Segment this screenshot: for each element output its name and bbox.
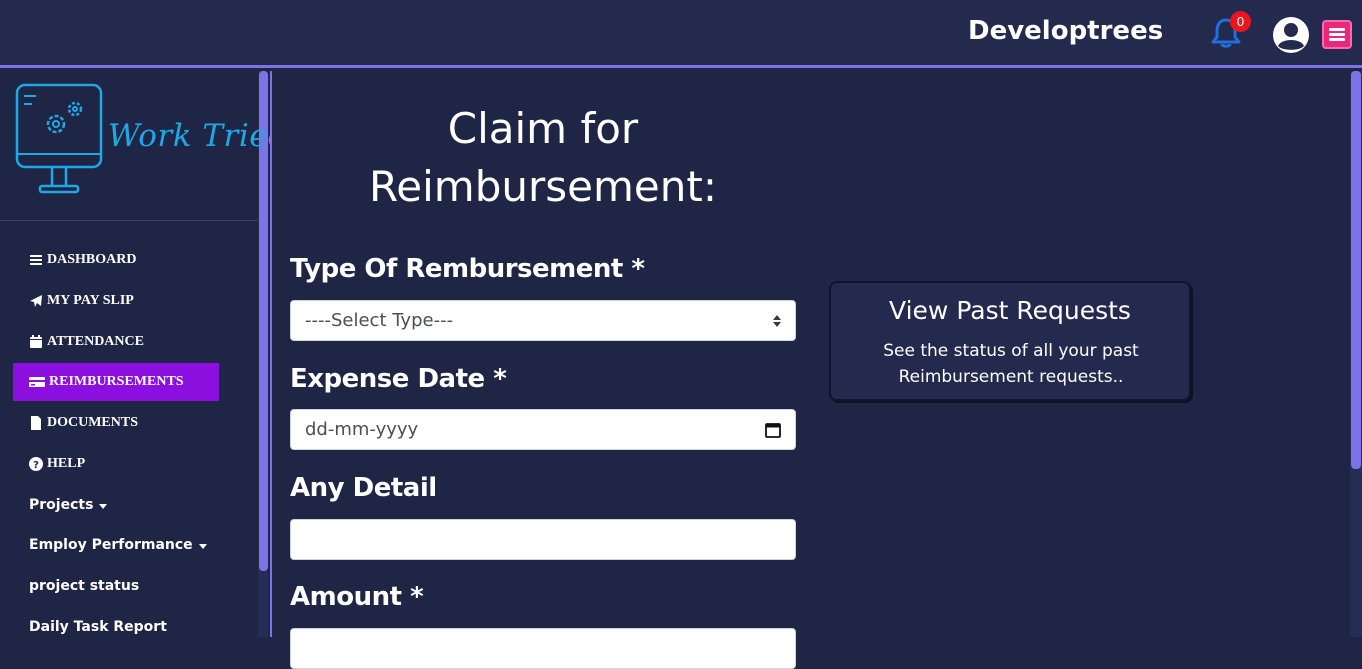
sidebar-item-label: DOCUMENTS — [47, 415, 139, 430]
sidebar-item-label: MY PAY SLIP — [47, 293, 134, 308]
main-scrollbar-thumb[interactable] — [1351, 71, 1361, 469]
brand-name[interactable]: Developtrees — [968, 16, 1163, 46]
sidebar-item-attendance[interactable]: ATTENDANCE — [29, 327, 144, 357]
sidebar-item-label: project status — [29, 578, 140, 594]
sidebar-item-dashboard[interactable]: DASHBOARD — [29, 245, 136, 275]
paper-plane-icon — [30, 295, 42, 307]
view-past-requests-card[interactable]: View Past Requests See the status of all… — [829, 281, 1191, 401]
sidebar-item-label: REIMBURSEMENTS — [49, 374, 184, 389]
question-circle-icon: ? — [29, 457, 43, 471]
sidebar-item-label: Projects — [29, 497, 94, 513]
sidebar-item-employ-performance[interactable]: Employ Performance — [29, 530, 207, 560]
expense-date-input[interactable]: dd-mm-yyyy — [290, 409, 796, 450]
user-circle-icon[interactable] — [1272, 16, 1310, 54]
detail-input[interactable] — [290, 519, 796, 560]
logo-text: Work Tried — [108, 118, 289, 154]
sidebar-item-label: HELP — [47, 456, 86, 471]
sidebar-item-label: ATTENDANCE — [47, 334, 144, 349]
calendar-icon[interactable] — [765, 422, 781, 438]
page-title: Claim for Reimbursement: — [369, 104, 717, 211]
calendar-icon — [30, 335, 42, 348]
caret-down-icon — [198, 543, 207, 549]
type-label: Type Of Rembursement * — [290, 254, 645, 284]
sidebar-item-projects[interactable]: Projects — [29, 490, 108, 520]
select-arrows-icon — [773, 314, 781, 327]
detail-label: Any Detail — [290, 473, 437, 503]
amount-input[interactable] — [290, 628, 796, 669]
reimbursement-type-select[interactable]: ----Select Type--- — [290, 300, 796, 341]
sidebar-divider — [0, 220, 258, 221]
sidebar-item-label: DASHBOARD — [47, 252, 137, 267]
credit-card-icon — [29, 377, 45, 387]
sidebar-item-documents[interactable]: DOCUMENTS — [29, 408, 138, 438]
notification-badge[interactable]: 0 — [1230, 11, 1251, 32]
past-requests-title: View Past Requests — [889, 296, 1131, 325]
sidebar-item-my-pay-slip[interactable]: MY PAY SLIP — [29, 286, 134, 316]
sidebar-item-daily-task-report[interactable]: Daily Task Report — [29, 612, 167, 642]
sidebar-item-label: Daily Task Report — [29, 619, 167, 635]
past-requests-description: See the status of all your past Reimburs… — [883, 341, 1139, 387]
svg-text:?: ? — [33, 460, 39, 471]
list-icon — [30, 255, 42, 265]
date-placeholder: dd-mm-yyyy — [305, 419, 419, 440]
select-value: ----Select Type--- — [305, 310, 454, 331]
sidebar-item-label: Employ Performance — [29, 537, 193, 553]
file-icon — [31, 416, 41, 430]
expense-date-label: Expense Date * — [290, 364, 507, 394]
amount-label: Amount * — [290, 582, 424, 612]
caret-down-icon — [99, 503, 108, 509]
hamburger-icon[interactable] — [1322, 20, 1352, 49]
sidebar-item-reimbursements[interactable]: REIMBURSEMENTS — [13, 363, 219, 401]
sidebar-item-help[interactable]: ? HELP — [29, 449, 85, 479]
sidebar-item-project-status[interactable]: project status — [29, 571, 139, 601]
